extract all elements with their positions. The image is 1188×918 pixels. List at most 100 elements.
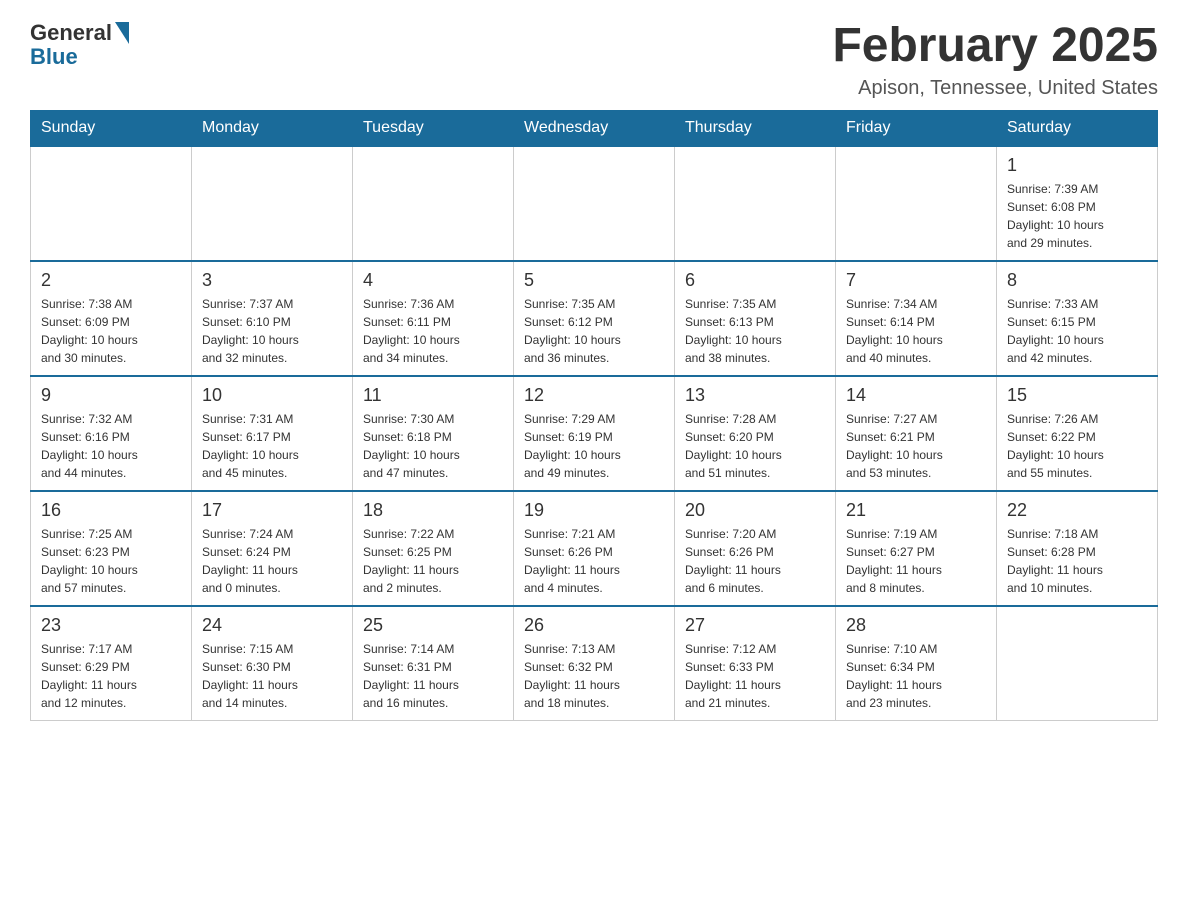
calendar-cell: 10 Sunrise: 7:31 AM Sunset: 6:17 PM Dayli… — [192, 376, 353, 491]
weekday-header-thursday: Thursday — [675, 110, 836, 146]
calendar-cell: 11 Sunrise: 7:30 AM Sunset: 6:18 PM Dayli… — [353, 376, 514, 491]
day-info: Sunrise: 7:12 AM Sunset: 6:33 PM Dayligh… — [685, 640, 825, 712]
calendar-cell: 18 Sunrise: 7:22 AM Sunset: 6:25 PM Dayli… — [353, 491, 514, 606]
calendar-cell: 28 Sunrise: 7:10 AM Sunset: 6:34 PM Dayli… — [836, 606, 997, 721]
calendar-cell — [31, 146, 192, 261]
day-number: 20 — [685, 500, 825, 521]
day-info: Sunrise: 7:32 AM Sunset: 6:16 PM Dayligh… — [41, 410, 181, 482]
day-number: 15 — [1007, 385, 1147, 406]
day-number: 24 — [202, 615, 342, 636]
page-header: General Blue February 2025 Apison, Tenne… — [30, 20, 1158, 100]
calendar-subtitle: Apison, Tennessee, United States — [832, 77, 1158, 100]
day-number: 28 — [846, 615, 986, 636]
day-info: Sunrise: 7:20 AM Sunset: 6:26 PM Dayligh… — [685, 525, 825, 597]
calendar-week-1: 2Sunrise: 7:38 AM Sunset: 6:09 PM Daylig… — [31, 261, 1158, 376]
calendar-cell: 23 Sunrise: 7:17 AM Sunset: 6:29 PM Dayli… — [31, 606, 192, 721]
day-info: Sunrise: 7:30 AM Sunset: 6:18 PM Dayligh… — [363, 410, 503, 482]
day-number: 25 — [363, 615, 503, 636]
calendar-cell: 16Sunrise: 7:25 AM Sunset: 6:23 PM Dayli… — [31, 491, 192, 606]
calendar-cell: 5 Sunrise: 7:35 AM Sunset: 6:12 PM Daylig… — [514, 261, 675, 376]
weekday-header-tuesday: Tuesday — [353, 110, 514, 146]
calendar-cell — [675, 146, 836, 261]
day-number: 21 — [846, 500, 986, 521]
day-number: 6 — [685, 270, 825, 291]
day-info: Sunrise: 7:36 AM Sunset: 6:11 PM Dayligh… — [363, 295, 503, 367]
day-number: 1 — [1007, 155, 1147, 176]
calendar-cell: 1 Sunrise: 7:39 AM Sunset: 6:08 PM Daylig… — [997, 146, 1158, 261]
day-info: Sunrise: 7:19 AM Sunset: 6:27 PM Dayligh… — [846, 525, 986, 597]
day-number: 11 — [363, 385, 503, 406]
calendar-cell: 7 Sunrise: 7:34 AM Sunset: 6:14 PM Daylig… — [836, 261, 997, 376]
day-number: 26 — [524, 615, 664, 636]
day-info: Sunrise: 7:27 AM Sunset: 6:21 PM Dayligh… — [846, 410, 986, 482]
day-number: 17 — [202, 500, 342, 521]
day-number: 5 — [524, 270, 664, 291]
day-info: Sunrise: 7:34 AM Sunset: 6:14 PM Dayligh… — [846, 295, 986, 367]
calendar-cell: 2Sunrise: 7:38 AM Sunset: 6:09 PM Daylig… — [31, 261, 192, 376]
calendar-cell — [997, 606, 1158, 721]
day-info: Sunrise: 7:31 AM Sunset: 6:17 PM Dayligh… — [202, 410, 342, 482]
logo-general-text: General — [30, 20, 112, 46]
calendar-week-2: 9 Sunrise: 7:32 AM Sunset: 6:16 PM Daylig… — [31, 376, 1158, 491]
day-info: Sunrise: 7:17 AM Sunset: 6:29 PM Dayligh… — [41, 640, 181, 712]
calendar-table: SundayMondayTuesdayWednesdayThursdayFrid… — [30, 110, 1158, 721]
day-info: Sunrise: 7:39 AM Sunset: 6:08 PM Dayligh… — [1007, 180, 1147, 252]
day-number: 9 — [41, 385, 181, 406]
calendar-week-0: 1 Sunrise: 7:39 AM Sunset: 6:08 PM Daylig… — [31, 146, 1158, 261]
day-number: 23 — [41, 615, 181, 636]
day-number: 19 — [524, 500, 664, 521]
day-number: 7 — [846, 270, 986, 291]
day-number: 14 — [846, 385, 986, 406]
calendar-cell — [192, 146, 353, 261]
day-info: Sunrise: 7:18 AM Sunset: 6:28 PM Dayligh… — [1007, 525, 1147, 597]
calendar-cell: 14 Sunrise: 7:27 AM Sunset: 6:21 PM Dayli… — [836, 376, 997, 491]
day-number: 2 — [41, 270, 181, 291]
calendar-cell: 4 Sunrise: 7:36 AM Sunset: 6:11 PM Daylig… — [353, 261, 514, 376]
day-info: Sunrise: 7:37 AM Sunset: 6:10 PM Dayligh… — [202, 295, 342, 367]
day-info: Sunrise: 7:24 AM Sunset: 6:24 PM Dayligh… — [202, 525, 342, 597]
title-area: February 2025 Apison, Tennessee, United … — [832, 20, 1158, 100]
day-number: 22 — [1007, 500, 1147, 521]
calendar-cell: 20 Sunrise: 7:20 AM Sunset: 6:26 PM Dayli… — [675, 491, 836, 606]
day-info: Sunrise: 7:35 AM Sunset: 6:13 PM Dayligh… — [685, 295, 825, 367]
calendar-cell: 8 Sunrise: 7:33 AM Sunset: 6:15 PM Daylig… — [997, 261, 1158, 376]
calendar-cell: 19 Sunrise: 7:21 AM Sunset: 6:26 PM Dayli… — [514, 491, 675, 606]
logo-top: General — [30, 20, 129, 46]
day-info: Sunrise: 7:26 AM Sunset: 6:22 PM Dayligh… — [1007, 410, 1147, 482]
logo: General Blue — [30, 20, 129, 70]
day-info: Sunrise: 7:29 AM Sunset: 6:19 PM Dayligh… — [524, 410, 664, 482]
day-number: 3 — [202, 270, 342, 291]
day-info: Sunrise: 7:28 AM Sunset: 6:20 PM Dayligh… — [685, 410, 825, 482]
calendar-cell: 22 Sunrise: 7:18 AM Sunset: 6:28 PM Dayli… — [997, 491, 1158, 606]
day-number: 18 — [363, 500, 503, 521]
calendar-cell: 13 Sunrise: 7:28 AM Sunset: 6:20 PM Dayli… — [675, 376, 836, 491]
day-info: Sunrise: 7:35 AM Sunset: 6:12 PM Dayligh… — [524, 295, 664, 367]
day-info: Sunrise: 7:13 AM Sunset: 6:32 PM Dayligh… — [524, 640, 664, 712]
calendar-cell: 12Sunrise: 7:29 AM Sunset: 6:19 PM Dayli… — [514, 376, 675, 491]
day-number: 27 — [685, 615, 825, 636]
day-number: 10 — [202, 385, 342, 406]
day-number: 4 — [363, 270, 503, 291]
day-number: 13 — [685, 385, 825, 406]
calendar-cell: 3 Sunrise: 7:37 AM Sunset: 6:10 PM Daylig… — [192, 261, 353, 376]
calendar-cell: 27 Sunrise: 7:12 AM Sunset: 6:33 PM Dayli… — [675, 606, 836, 721]
calendar-cell: 17 Sunrise: 7:24 AM Sunset: 6:24 PM Dayli… — [192, 491, 353, 606]
calendar-body: 1 Sunrise: 7:39 AM Sunset: 6:08 PM Daylig… — [31, 146, 1158, 721]
calendar-title: February 2025 — [832, 20, 1158, 73]
calendar-cell: 26 Sunrise: 7:13 AM Sunset: 6:32 PM Dayli… — [514, 606, 675, 721]
day-info: Sunrise: 7:15 AM Sunset: 6:30 PM Dayligh… — [202, 640, 342, 712]
weekday-header-saturday: Saturday — [997, 110, 1158, 146]
calendar-cell: 9 Sunrise: 7:32 AM Sunset: 6:16 PM Daylig… — [31, 376, 192, 491]
day-info: Sunrise: 7:22 AM Sunset: 6:25 PM Dayligh… — [363, 525, 503, 597]
day-info: Sunrise: 7:33 AM Sunset: 6:15 PM Dayligh… — [1007, 295, 1147, 367]
calendar-cell: 6 Sunrise: 7:35 AM Sunset: 6:13 PM Daylig… — [675, 261, 836, 376]
calendar-week-4: 23 Sunrise: 7:17 AM Sunset: 6:29 PM Dayli… — [31, 606, 1158, 721]
day-number: 8 — [1007, 270, 1147, 291]
logo-arrow-icon — [115, 22, 129, 44]
calendar-cell — [353, 146, 514, 261]
weekday-row: SundayMondayTuesdayWednesdayThursdayFrid… — [31, 110, 1158, 146]
weekday-header-monday: Monday — [192, 110, 353, 146]
day-info: Sunrise: 7:21 AM Sunset: 6:26 PM Dayligh… — [524, 525, 664, 597]
day-info: Sunrise: 7:10 AM Sunset: 6:34 PM Dayligh… — [846, 640, 986, 712]
calendar-cell — [514, 146, 675, 261]
